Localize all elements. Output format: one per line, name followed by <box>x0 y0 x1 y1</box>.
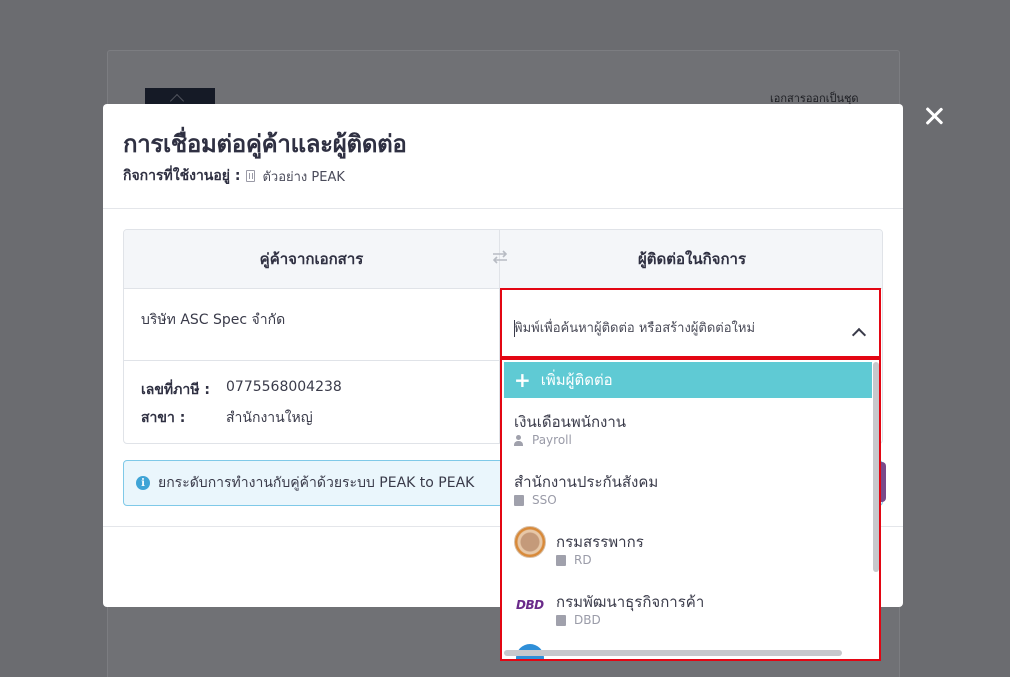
notice-action-button[interactable] <box>881 462 886 502</box>
horizontal-scrollbar[interactable] <box>504 650 842 656</box>
add-contact-label: เพิ่มผู้ติดต่อ <box>540 371 613 389</box>
branch-label: สาขา : <box>141 410 186 426</box>
dbd-logo: DBD <box>516 598 544 612</box>
close-icon[interactable] <box>918 100 950 132</box>
document-company-name: บริษัท ASC Spec จำกัด <box>124 289 500 361</box>
contact-option-name: เงินเดือนพนักงาน <box>514 413 627 431</box>
tax-id-label: เลขที่ภาษี : <box>141 382 210 398</box>
building-icon <box>556 554 566 566</box>
contact-option-rd[interactable]: กรมสรรพากร RD <box>504 520 872 580</box>
contact-option-sso[interactable]: สำนักงานประกันสังคม SSO <box>504 460 872 520</box>
info-icon: i <box>136 476 150 490</box>
document-partner-header: คู่ค้าจากเอกสาร <box>124 230 500 289</box>
branch-value: สำนักงานใหญ่ <box>226 410 313 426</box>
building-icon <box>246 170 256 182</box>
contact-option-code: SSO <box>514 493 557 507</box>
company-details: เลขที่ภาษี : 0775568004238 สาขา : สำนักง… <box>124 361 500 443</box>
vertical-scrollbar[interactable] <box>873 362 879 572</box>
add-contact-option[interactable]: + เพิ่มผู้ติดต่อ <box>504 362 872 398</box>
contact-option-dbd[interactable]: DBD กรมพัฒนาธุรกิจการค้า DBD <box>504 580 872 640</box>
contact-option-name: กรมสรรพากร <box>556 533 644 551</box>
modal-title: การเชื่อมต่อคู่ค้าและผู้ติดต่อ <box>123 130 407 158</box>
active-business-name: ตัวอย่าง PEAK <box>262 169 345 185</box>
divider <box>103 208 903 209</box>
active-business-label: กิจการที่ใช้งานอยู่ : <box>123 168 241 184</box>
contact-option-code: DBD <box>556 613 601 627</box>
person-icon <box>514 434 523 446</box>
contact-option-code: RD <box>556 553 592 567</box>
swap-arrows-icon <box>492 250 508 264</box>
building-icon <box>556 614 566 626</box>
notice-text: ยกระดับการทำงานกับคู่ค้าด้วยระบบ PEAK to… <box>158 475 475 491</box>
contact-option-code: Payroll <box>514 433 572 447</box>
contact-search-select[interactable] <box>500 288 881 358</box>
contact-dropdown-list: + เพิ่มผู้ติดต่อ เงินเดือนพนักงาน Payrol… <box>500 358 881 661</box>
branch-row: สาขา : สำนักงานใหญ่ <box>141 407 482 429</box>
contact-option-payroll[interactable]: เงินเดือนพนักงาน Payroll <box>504 400 872 460</box>
business-contact-header: ผู้ติดต่อในกิจการ <box>500 230 882 289</box>
tax-id-row: เลขที่ภาษี : 0775568004238 <box>141 379 482 401</box>
contact-option-name: สำนักงานประกันสังคม <box>514 473 659 491</box>
active-business: กิจการที่ใช้งานอยู่ : ตัวอย่าง PEAK <box>123 165 345 187</box>
tax-id-value: 0775568004238 <box>226 379 342 395</box>
plus-icon: + <box>514 368 531 392</box>
contact-search-input[interactable] <box>514 318 844 338</box>
chevron-up-icon[interactable] <box>851 327 867 343</box>
revenue-department-logo <box>514 526 546 558</box>
building-icon <box>514 494 524 506</box>
contact-option-name: กรมพัฒนาธุรกิจการค้า <box>556 593 705 611</box>
